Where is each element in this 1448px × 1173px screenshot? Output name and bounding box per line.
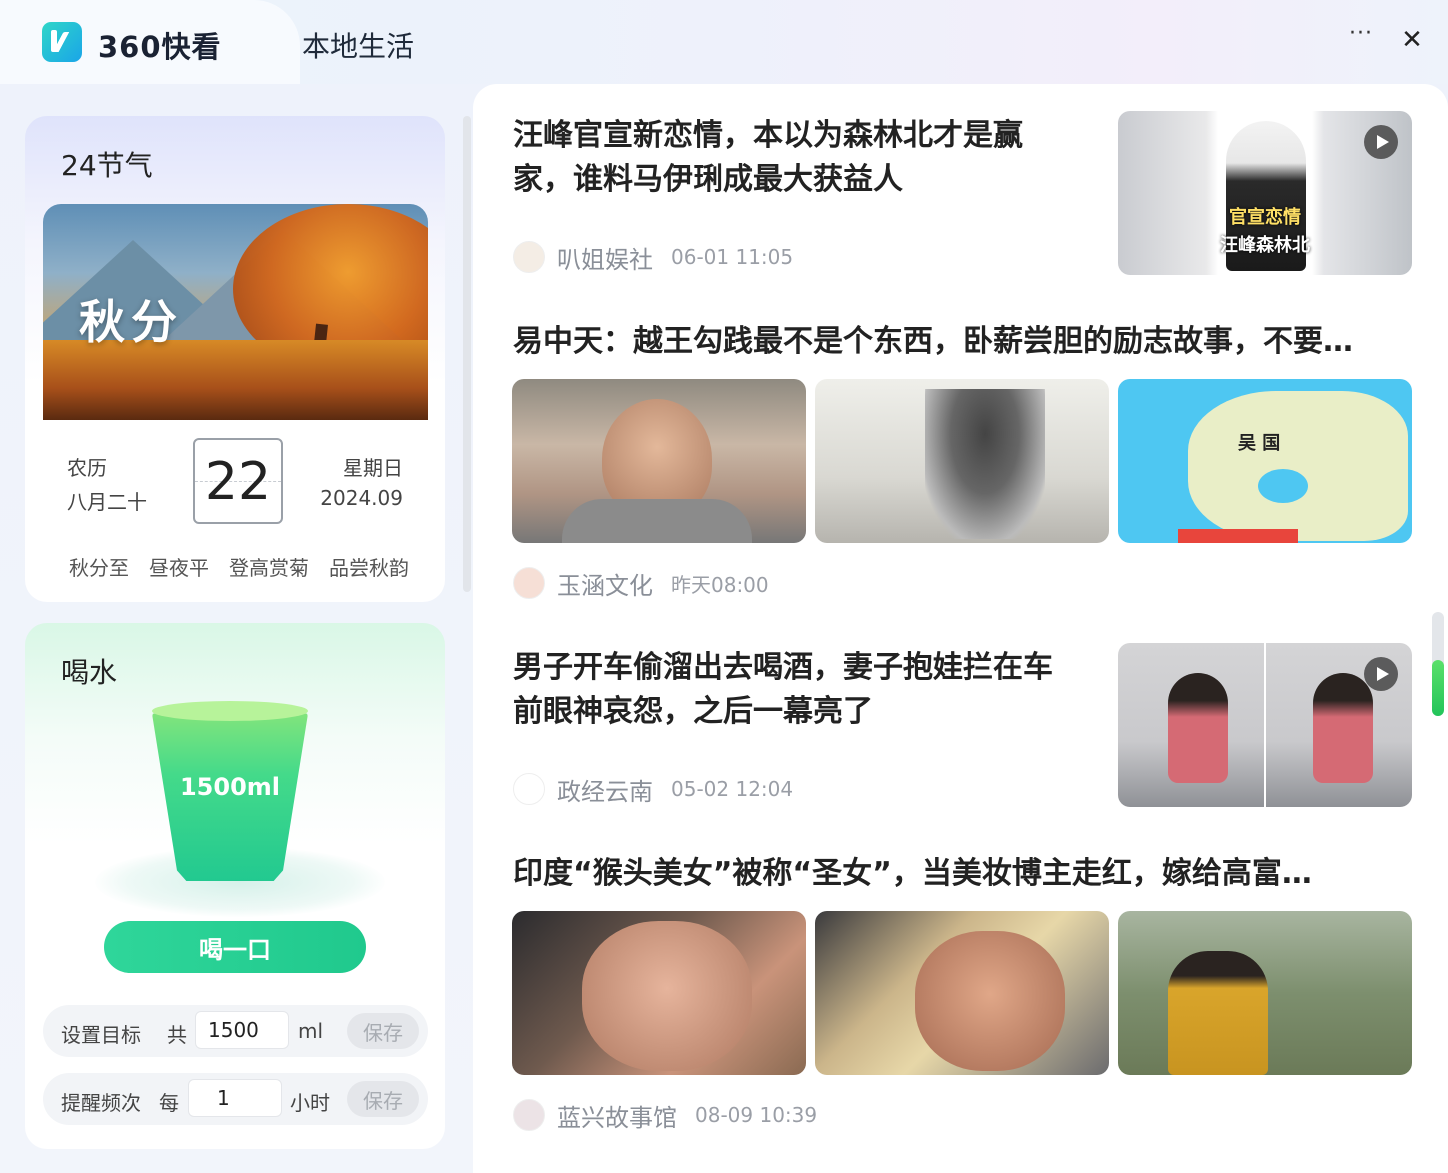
app-name: 360快看 — [98, 30, 222, 64]
news-source[interactable]: 政经云南 — [557, 772, 653, 807]
thumbnail-caption: 官宣恋情 — [1229, 207, 1301, 228]
drink-button[interactable]: 喝一口 — [104, 921, 366, 973]
calendar-day-number: 22 — [204, 452, 272, 512]
title-bar: 360快看 本地生活 ··· ✕ — [0, 0, 1448, 84]
cup-rim — [152, 701, 308, 721]
solar-term-tags: 秋分至 昼夜平 登高赏菊 品尝秋韵 — [69, 552, 409, 581]
feed-scrollbar-thumb[interactable] — [1432, 660, 1444, 716]
lunar-label: 农历 — [67, 456, 107, 480]
news-source[interactable]: 叭姐娱社 — [557, 240, 653, 275]
shoulders-shape — [562, 499, 752, 543]
news-feed: 汪峰官宣新恋情，本以为森林北才是赢家，谁料马伊琍成最大获益人 叭姐娱社 06-0… — [473, 84, 1448, 1173]
frequency-prefix: 每 — [159, 1091, 179, 1115]
face-shape — [915, 931, 1065, 1071]
frequency-input[interactable] — [188, 1079, 282, 1117]
news-source[interactable]: 蓝兴故事馆 — [557, 1098, 677, 1133]
news-meta: 政经云南 05-02 12:04 — [513, 772, 793, 806]
play-icon[interactable] — [1364, 657, 1398, 691]
lunar-date: 八月二十 — [67, 490, 147, 514]
news-image[interactable] — [1118, 911, 1412, 1075]
news-image[interactable] — [815, 379, 1109, 543]
split-divider — [1264, 643, 1266, 807]
solar-term-card: 24节气 秋分 农历 八月二十 22 星期日 2024.09 秋分至 昼夜平 登… — [25, 116, 445, 602]
face-shape — [582, 921, 752, 1071]
frequency-setting-label: 提醒频次 — [61, 1091, 141, 1115]
goal-save-button[interactable]: 保存 — [347, 1013, 419, 1049]
person-figure — [1168, 951, 1268, 1075]
frequency-unit: 小时 — [290, 1091, 330, 1115]
news-title[interactable]: 汪峰官宣新恋情，本以为森林北才是赢家，谁料马伊琍成最大获益人 — [513, 114, 1073, 202]
map-lake — [1258, 469, 1308, 503]
source-avatar — [513, 1099, 545, 1131]
more-options-button[interactable]: ··· — [1346, 23, 1376, 54]
goal-setting-label: 设置目标 — [61, 1023, 141, 1047]
goal-prefix: 共 — [167, 1023, 187, 1047]
goal-input[interactable] — [195, 1011, 289, 1049]
news-title[interactable]: 印度“猴头美女”被称“圣女”，当美妆博主走红，嫁给高富… — [513, 852, 1411, 896]
source-avatar — [513, 773, 545, 805]
person-figure — [1313, 673, 1373, 783]
news-meta: 蓝兴故事馆 08-09 10:39 — [513, 1098, 817, 1132]
left-panel-scrollbar[interactable] — [463, 116, 471, 592]
drink-water-card-title: 喝水 — [61, 656, 118, 689]
autumn-field — [43, 340, 428, 420]
source-avatar — [513, 241, 545, 273]
map-border — [1178, 529, 1298, 543]
map-land — [1188, 391, 1408, 541]
news-thumbnail[interactable]: 官宣恋情 汪峰森林北 — [1118, 111, 1412, 275]
news-title[interactable]: 易中天：越王勾践最不是个东西，卧薪尝胆的励志故事，不要… — [513, 320, 1411, 364]
goal-unit: ml — [298, 1019, 324, 1043]
tab-360kuaikan[interactable]: 360快看 — [0, 0, 300, 84]
news-source[interactable]: 玉涵文化 — [557, 566, 653, 601]
news-title[interactable]: 男子开车偷溜出去喝酒，妻子抱娃拦在车前眼神哀怨，之后一幕亮了 — [513, 646, 1073, 734]
frequency-save-button[interactable]: 保存 — [347, 1081, 419, 1117]
year-month: 2024.09 — [320, 486, 403, 510]
solar-term-card-title: 24节气 — [61, 149, 153, 182]
news-image[interactable] — [815, 911, 1109, 1075]
news-image[interactable] — [512, 911, 806, 1075]
person-figure — [1168, 673, 1228, 783]
ink-figure — [925, 389, 1045, 539]
solar-term-tag: 品尝秋韵 — [329, 556, 409, 580]
water-goal-amount: 1500ml — [179, 773, 281, 801]
news-meta: 叭姐娱社 06-01 11:05 — [513, 240, 793, 274]
close-button[interactable]: ✕ — [1398, 26, 1426, 54]
solar-term-tag: 秋分至 — [69, 556, 129, 580]
solar-term-tag: 登高赏菊 — [229, 556, 309, 580]
news-time: 08-09 10:39 — [695, 1103, 818, 1127]
map-label: 吴 国 — [1238, 433, 1281, 454]
solar-term-tag: 昼夜平 — [149, 556, 209, 580]
news-time: 05-02 12:04 — [671, 777, 794, 801]
play-icon[interactable] — [1364, 125, 1398, 159]
source-avatar — [513, 567, 545, 599]
tab-local-life[interactable]: 本地生活 — [302, 25, 414, 65]
news-time: 昨天08:00 — [671, 572, 769, 597]
goal-setting-row: 设置目标 共 ml 保存 — [43, 1005, 428, 1057]
app-logo-icon — [42, 22, 82, 62]
frequency-setting-row: 提醒频次 每 小时 保存 — [43, 1073, 428, 1125]
news-image[interactable] — [512, 379, 806, 543]
calendar-day-box: 22 — [193, 438, 283, 524]
drink-water-card: 喝水 1500ml 喝一口 设置目标 共 ml 保存 提醒频次 每 小时 保存 — [25, 623, 445, 1149]
news-meta: 玉涵文化 昨天08:00 — [513, 566, 769, 600]
solar-term-illustration[interactable]: 秋分 — [43, 204, 428, 420]
news-time: 06-01 11:05 — [671, 245, 794, 269]
solar-term-name: 秋分 — [79, 295, 183, 349]
weekday: 星期日 — [343, 456, 403, 480]
news-image[interactable]: 吴 国 — [1118, 379, 1412, 543]
news-thumbnail[interactable] — [1118, 643, 1412, 807]
thumbnail-caption: 汪峰森林北 — [1220, 235, 1310, 256]
